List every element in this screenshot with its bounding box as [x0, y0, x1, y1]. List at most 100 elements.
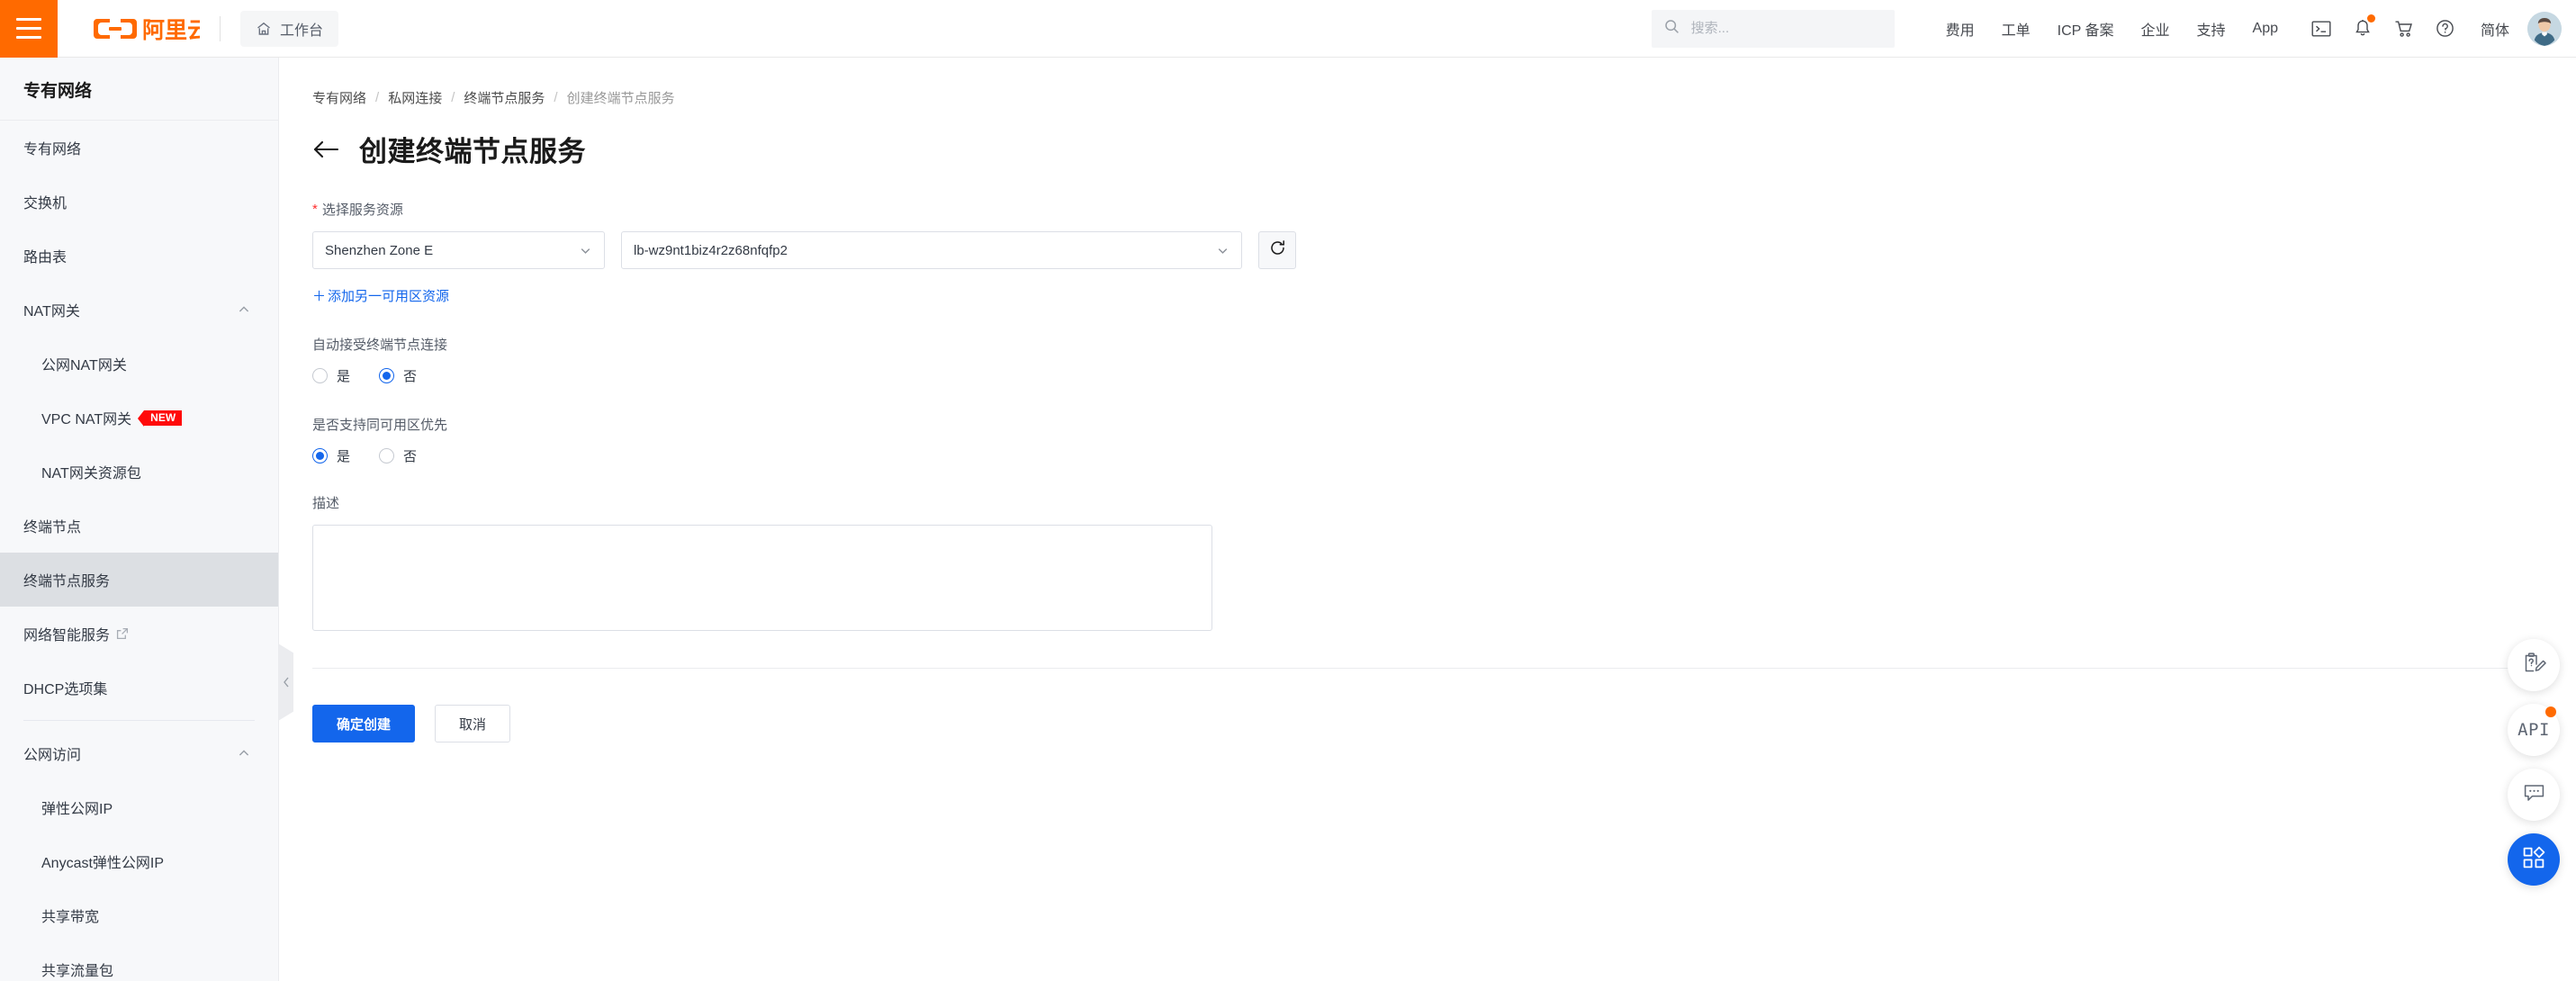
sidebar-item-network-intelligence[interactable]: 网络智能服务 [0, 607, 278, 661]
sidebar-item-dhcp-options[interactable]: DHCP选项集 [0, 661, 278, 715]
sidebar-item-vswitch[interactable]: 交换机 [0, 175, 278, 229]
page-title: 创建终端节点服务 [359, 136, 586, 167]
breadcrumb-item-privatelink[interactable]: 私网连接 [388, 88, 442, 107]
main-content: 专有网络 / 私网连接 / 终端节点服务 / 创建终端节点服务 创建终端节点服务… [280, 58, 2576, 981]
auto-accept-radio-no[interactable]: 否 [379, 366, 417, 385]
api-label: API [2517, 720, 2550, 740]
sidebar-item-eip[interactable]: 弹性公网IP [0, 780, 278, 834]
workbench-button[interactable]: 工作台 [240, 10, 339, 47]
sidebar-item-anycast-eip[interactable]: Anycast弹性公网IP [0, 834, 278, 888]
notification-alert-dot [2366, 14, 2375, 22]
workbench-label: 工作台 [280, 22, 324, 39]
api-button[interactable]: API [2508, 704, 2560, 756]
create-endpoint-service-form: * 选择服务资源 Shenzhen Zone E lb-wz9nt1biz4r2… [280, 169, 2576, 742]
chevron-up-icon [237, 302, 251, 317]
avatar[interactable] [2527, 11, 2562, 46]
zone-select-value: Shenzhen Zone E [325, 242, 434, 258]
page-title-row: 创建终端节点服务 [280, 107, 2576, 169]
header-icon-group [2301, 8, 2466, 50]
sidebar-item-label: 公网访问 [23, 748, 82, 763]
field-label-text: 选择服务资源 [321, 202, 403, 218]
sidebar-item-label: 路由表 [23, 250, 68, 266]
sidebar-item-label: 公网NAT网关 [41, 358, 127, 374]
home-icon [256, 21, 272, 37]
cloudshell-icon[interactable] [2301, 8, 2342, 50]
add-zone-resource-label: 添加另一可用区资源 [328, 289, 450, 304]
zone-affinity-block: 是否支持同可用区优先 是 否 [312, 415, 2576, 465]
zone-affinity-radio-yes[interactable]: 是 [312, 446, 350, 465]
sidebar-item-public-nat[interactable]: 公网NAT网关 [0, 337, 278, 391]
back-arrow-icon[interactable] [312, 139, 339, 160]
sidebar-item-label: 终端节点服务 [23, 574, 111, 590]
description-textarea[interactable] [312, 525, 1212, 631]
hamburger-menu-icon[interactable] [0, 0, 58, 58]
language-selector[interactable]: 简体 [2466, 18, 2524, 40]
header-link-enterprise[interactable]: 企业 [2127, 18, 2183, 40]
header-link-app[interactable]: App [2239, 21, 2292, 37]
aliyun-logo[interactable]: 阿里云 [94, 14, 200, 44]
radio-circle [312, 368, 328, 383]
header-divider [220, 15, 221, 41]
breadcrumb-separator: / [375, 90, 380, 105]
sidebar-item-route-table[interactable]: 路由表 [0, 229, 278, 283]
sidebar-item-label: DHCP选项集 [23, 682, 108, 698]
header-link-icp[interactable]: ICP 备案 [2044, 18, 2128, 40]
field-label-text: 描述 [312, 496, 340, 511]
refresh-button[interactable] [1258, 231, 1296, 269]
new-badge: NEW [138, 410, 183, 427]
sidebar-item-shared-bandwidth[interactable]: 共享带宽 [0, 888, 278, 942]
auto-accept-radio-group: 是 否 [312, 366, 2576, 385]
sidebar-item-endpoint-service[interactable]: 终端节点服务 [0, 553, 278, 607]
search-box[interactable] [1651, 9, 1895, 48]
header-nav-links: 费用 工单 ICP 备案 企业 支持 App [1932, 18, 2292, 40]
header-link-fees[interactable]: 费用 [1932, 18, 1988, 40]
notification-bell-icon[interactable] [2342, 8, 2383, 50]
sidebar-item-label: 共享带宽 [41, 910, 100, 925]
service-resource-label: * 选择服务资源 [312, 200, 2576, 219]
svg-text:阿里云: 阿里云 [142, 17, 200, 43]
cancel-button[interactable]: 取消 [435, 705, 511, 742]
sidebar-collapse-handle[interactable] [278, 644, 293, 721]
apps-grid-button[interactable] [2508, 833, 2560, 886]
sidebar-item-label: Anycast弹性公网IP [41, 856, 165, 871]
breadcrumb-item-endpoint-service[interactable]: 终端节点服务 [464, 88, 545, 107]
radio-circle [312, 448, 328, 464]
floating-action-panel: API [2508, 639, 2560, 886]
field-label-text: 是否支持同可用区优先 [312, 418, 448, 433]
submit-button[interactable]: 确定创建 [312, 705, 416, 742]
sidebar-item-vpc-nat[interactable]: VPC NAT网关 NEW [0, 391, 278, 445]
resource-select[interactable]: lb-wz9nt1biz4r2z68nfqfp2 [621, 231, 1242, 269]
auto-accept-radio-yes[interactable]: 是 [312, 366, 350, 385]
header-link-support[interactable]: 支持 [2184, 18, 2239, 40]
sidebar-item-endpoint[interactable]: 终端节点 [0, 499, 278, 553]
breadcrumb-item-vpc[interactable]: 专有网络 [312, 88, 366, 107]
search-input[interactable] [1689, 20, 1882, 37]
field-label-text: 自动接受终端节点连接 [312, 338, 448, 353]
shopping-cart-icon[interactable] [2383, 8, 2425, 50]
sidebar-item-vpc[interactable]: 专有网络 [0, 121, 278, 175]
breadcrumb-separator: / [554, 90, 558, 105]
search-icon [1664, 19, 1680, 39]
help-circle-icon[interactable] [2425, 8, 2466, 50]
sidebar-item-internet-access[interactable]: 公网访问 [0, 726, 278, 780]
sidebar-separator [23, 720, 255, 721]
feedback-button[interactable] [2508, 769, 2560, 821]
auto-accept-block: 自动接受终端节点连接 是 否 [312, 335, 2576, 385]
radio-circle [379, 448, 395, 464]
chevron-down-icon [579, 244, 592, 257]
survey-icon [2521, 651, 2546, 680]
resource-select-value: lb-wz9nt1biz4r2z68nfqfp2 [634, 242, 788, 258]
sidebar-item-nat-resource-pack[interactable]: NAT网关资源包 [0, 445, 278, 499]
add-zone-resource-link[interactable]: ＋ 添加另一可用区资源 [312, 286, 449, 305]
sidebar-item-label: 专有网络 [23, 142, 82, 158]
zone-select[interactable]: Shenzhen Zone E [312, 231, 605, 269]
sidebar-item-data-transfer-plan[interactable]: 共享流量包 [0, 942, 278, 981]
form-divider [312, 668, 2553, 669]
survey-button[interactable] [2508, 639, 2560, 691]
header-link-tickets[interactable]: 工单 [1988, 18, 2044, 40]
zone-affinity-radio-no[interactable]: 否 [379, 446, 417, 465]
sidebar-item-nat-gateway[interactable]: NAT网关 [0, 283, 278, 337]
api-badge-dot [2545, 706, 2556, 717]
service-resource-row: Shenzhen Zone E lb-wz9nt1biz4r2z68nfqfp2 [312, 231, 2576, 269]
breadcrumb-separator: / [451, 90, 455, 105]
